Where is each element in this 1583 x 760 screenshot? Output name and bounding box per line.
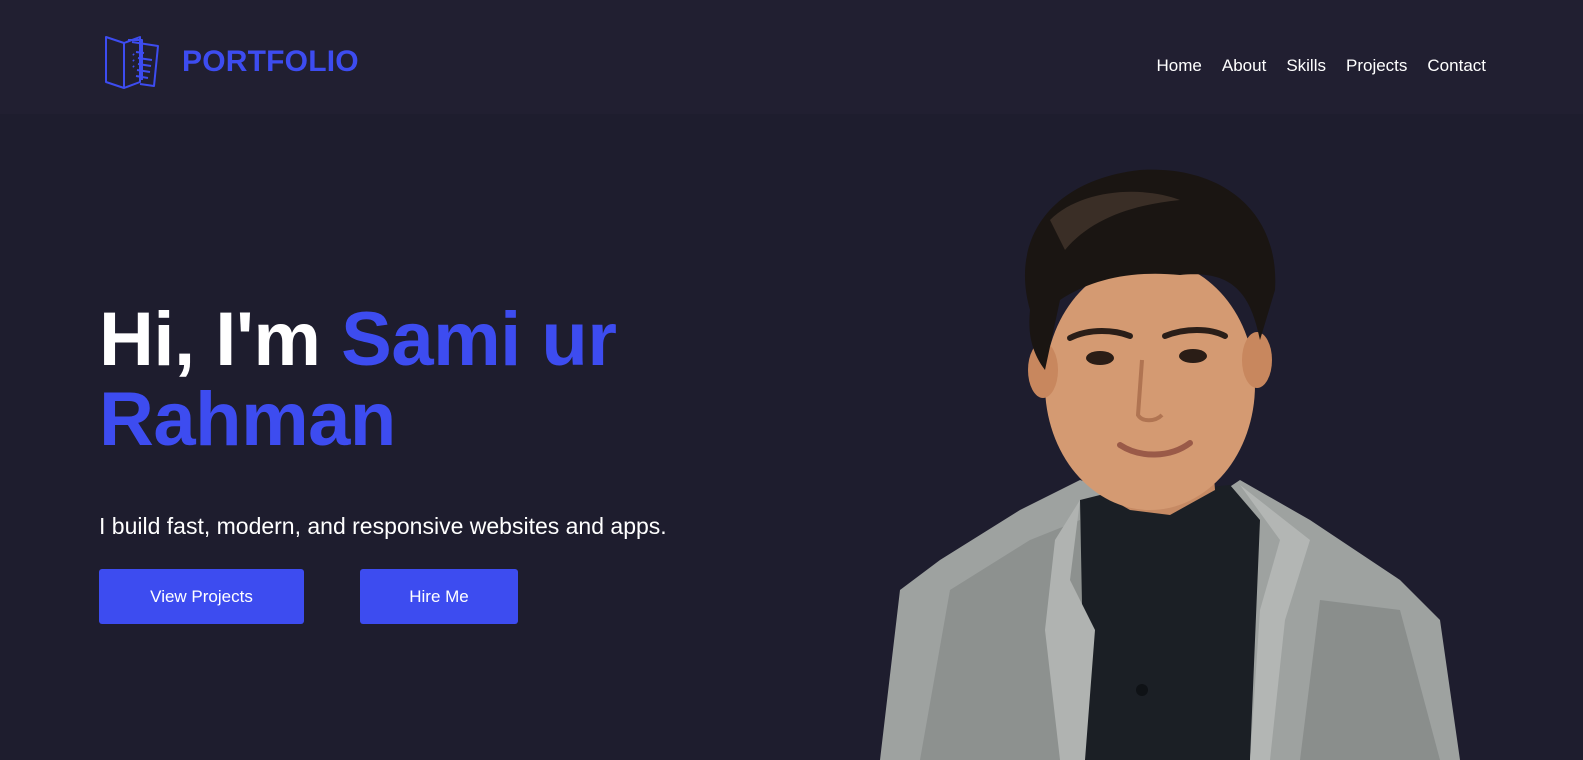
hero-name-first: Sami ur [341,297,617,382]
hero-heading: Hi, I'm Sami ur Rahman [99,300,819,460]
logo-text: PORTFOLIO [182,45,359,78]
main-nav: Home About Skills Projects Contact [1157,54,1486,78]
nav-home-link[interactable]: Home [1157,54,1202,78]
nav-about-link[interactable]: About [1222,54,1266,78]
hero-subtitle: I build fast, modern, and responsive web… [99,513,667,539]
hero-greeting: Hi, I'm [99,297,321,382]
document-stack-icon [105,36,159,89]
nav-skills-link[interactable]: Skills [1286,54,1326,78]
logo[interactable]: PORTFOLIO [104,34,359,90]
hero-name-last: Rahman [99,377,396,462]
view-projects-button[interactable]: View Projects [99,569,304,624]
navbar: PORTFOLIO Home About Skills Projects Con… [0,0,1583,114]
nav-contact-link[interactable]: Contact [1427,54,1486,78]
profile-photo [880,169,1460,760]
hire-me-button[interactable]: Hire Me [360,569,518,624]
nav-projects-link[interactable]: Projects [1346,54,1407,78]
